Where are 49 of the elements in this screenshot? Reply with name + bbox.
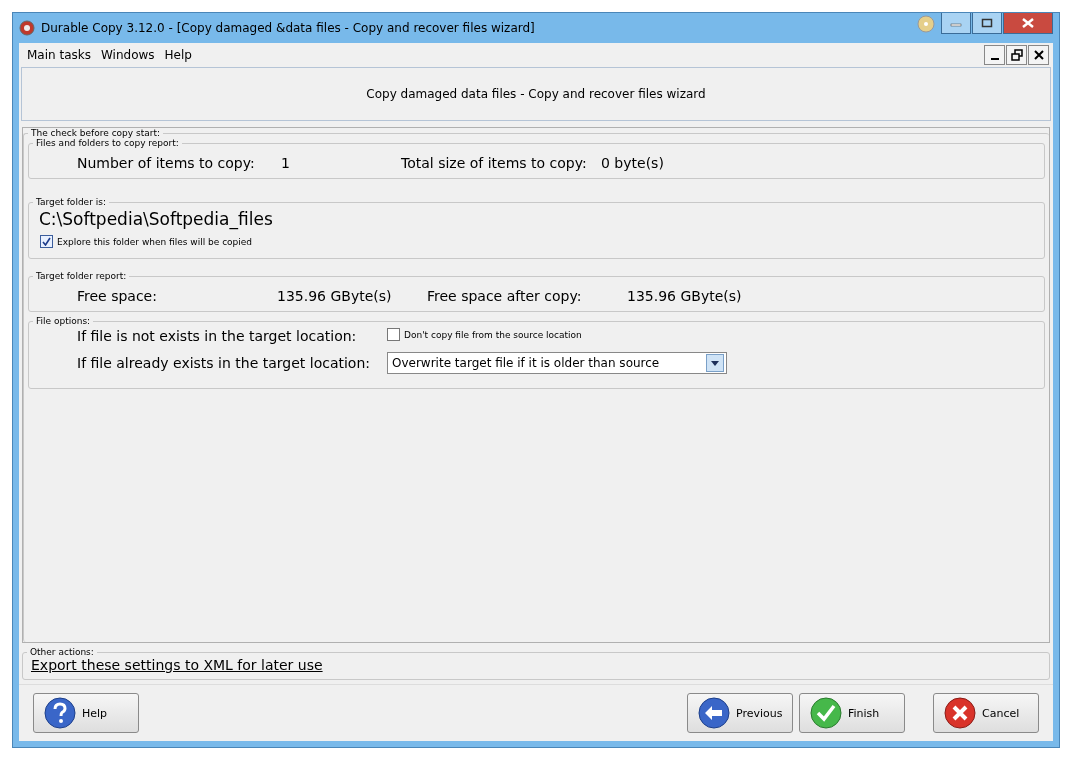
field-value: 135.96 GByte(s)	[627, 288, 742, 304]
menu-item[interactable]: Main tasks	[22, 46, 96, 64]
field-label: Free space after copy:	[427, 288, 583, 304]
minimize-icon	[990, 58, 999, 60]
checkbox[interactable]	[387, 328, 400, 341]
menu-item[interactable]: Help	[159, 46, 197, 64]
export-link[interactable]: Export these settings to XML for later use	[31, 657, 323, 673]
previous-button[interactable]: Previous	[687, 693, 793, 733]
group-label: The check before copy start:	[30, 128, 161, 138]
maximize-button[interactable]	[972, 13, 1002, 34]
restore-icon	[1010, 49, 1023, 61]
menu-item[interactable]: Windows	[96, 46, 160, 64]
cancel-button[interactable]: Cancel	[933, 693, 1039, 733]
child-restore-button[interactable]	[1006, 45, 1027, 65]
checkbox-label: Don't copy file from the source location	[404, 329, 582, 340]
checkbox[interactable]	[40, 235, 53, 248]
field-label: Total size of items to copy:	[401, 155, 588, 171]
field-label: If file already exists in the target location:	[77, 355, 371, 371]
group-label: Target folder is:	[35, 197, 107, 207]
window-title: Durable Copy 3.12.0 - [Copy damaged &data files - Copy and recover files wizard]	[41, 21, 536, 35]
close-icon	[1033, 50, 1044, 60]
field-label: Free space:	[77, 288, 158, 304]
group-label: Target folder report:	[35, 271, 128, 281]
field-value: 135.96 GByte(s)	[277, 288, 393, 304]
disc-icon[interactable]	[917, 15, 935, 33]
child-close-button[interactable]	[1028, 45, 1049, 65]
dropdown[interactable]: Overwrite target file if it is older than source	[387, 352, 727, 374]
app-logo-icon	[19, 20, 35, 36]
wizard-title: Copy damaged data files - Copy and recover files wizard	[366, 87, 706, 101]
field-value: 0 byte(s)	[601, 155, 664, 171]
group-label: Files and folders to copy report:	[35, 138, 180, 148]
child-minimize-button[interactable]	[984, 45, 1005, 65]
finish-button[interactable]: Finish	[799, 693, 905, 733]
group-label: File options:	[35, 316, 92, 326]
close-icon	[1022, 18, 1034, 28]
maximize-icon	[981, 18, 993, 28]
dropdown-arrow-icon	[711, 360, 719, 366]
group-label: Other actions:	[29, 647, 95, 657]
field-label: Number of items to copy:	[77, 155, 256, 171]
help-icon	[44, 697, 76, 729]
folder-path: C:\Softpedia\Softpedia_files	[39, 209, 274, 229]
close-icon	[944, 697, 976, 729]
checkbox-label: Explore this folder when files will be copied	[57, 236, 253, 247]
close-button[interactable]	[1003, 13, 1053, 34]
field-label: If file is not exists in the target location:	[77, 328, 358, 344]
field-value: 1	[281, 155, 291, 171]
minimize-button[interactable]	[941, 13, 971, 34]
help-button[interactable]: Help	[33, 693, 139, 733]
checkmark-icon	[810, 697, 842, 729]
